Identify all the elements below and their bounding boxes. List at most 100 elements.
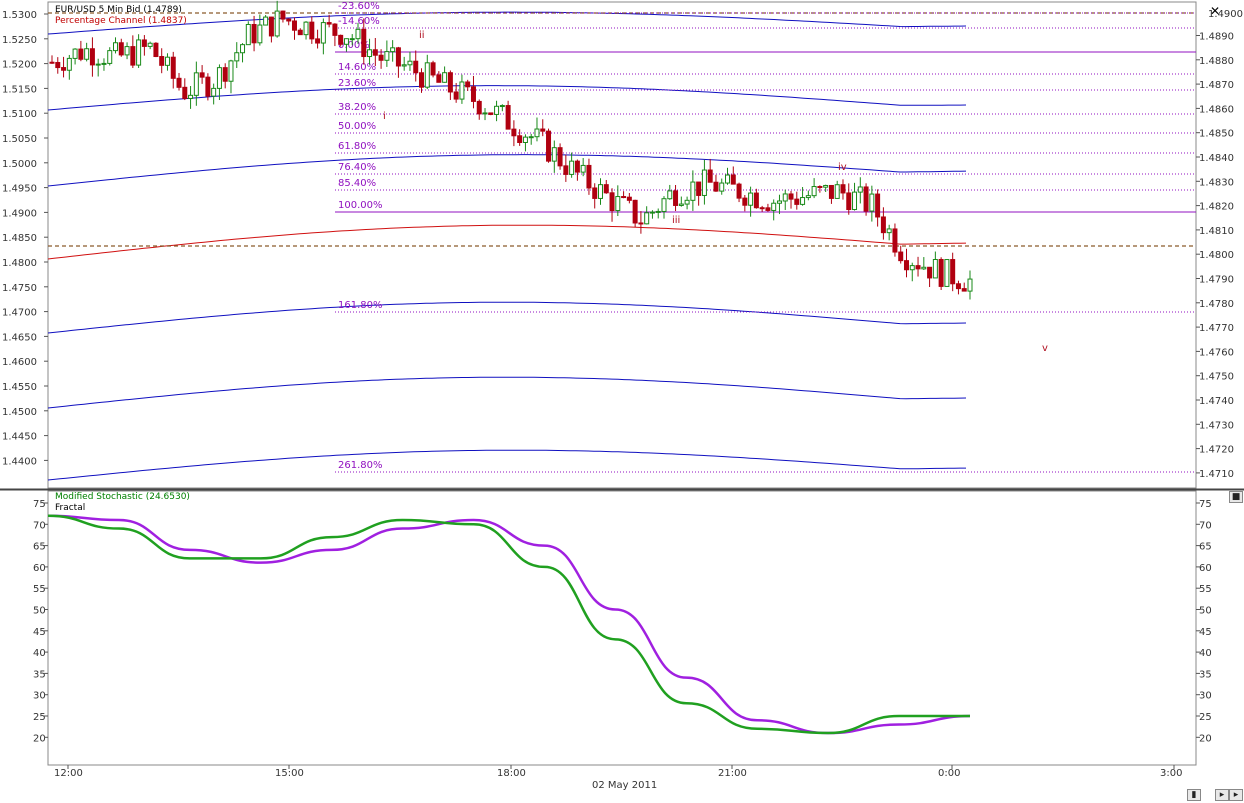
candle-body [349, 38, 355, 41]
candle-body [805, 195, 811, 199]
candle-body [759, 207, 765, 210]
scroll-bar-button[interactable]: ▮ [1187, 789, 1201, 801]
time-label: 21:00 [718, 768, 747, 779]
candle-body [505, 105, 511, 130]
candle-body [528, 136, 534, 139]
candle-body [776, 200, 782, 204]
candle-body [621, 196, 627, 199]
candle-body [649, 211, 655, 214]
stoch-right-tick: 25 [1199, 712, 1212, 723]
candle-body [49, 61, 55, 64]
stoch-right-tick: 20 [1199, 733, 1212, 744]
candle-body [482, 112, 488, 115]
right-tick-label: 1.4840 [1199, 153, 1234, 164]
fib-label: 76.40% [338, 162, 376, 173]
candle-body [499, 105, 505, 108]
right-tick-label: 1.4880 [1199, 56, 1234, 67]
candle-body [251, 23, 257, 44]
candle-body [332, 23, 338, 36]
crosshair-icon[interactable]: ✕ [1210, 4, 1220, 18]
left-tick-label: 1.5050 [2, 134, 37, 145]
fib-label: 14.60% [338, 62, 376, 73]
candle-body [303, 21, 309, 36]
candle-body [517, 135, 523, 143]
candle-body [626, 196, 632, 201]
candle-body [78, 48, 84, 60]
candle-body [141, 39, 147, 47]
candle-body [476, 100, 482, 115]
left-tick-label: 1.4950 [2, 184, 37, 195]
left-tick-label: 1.4500 [2, 407, 37, 418]
candle-body [153, 42, 159, 58]
price-left-axis: 1.5300 1.5250 1.5200 1.5150 1.5100 1.5050 1.50… [2, 10, 48, 467]
stoch-left-tick: 70 [33, 520, 46, 531]
candle-body [903, 260, 909, 271]
candle-body [355, 28, 361, 40]
candle [863, 183, 869, 216]
candle-body [730, 174, 736, 185]
right-tick-label: 1.4740 [1199, 396, 1234, 407]
left-tick-label: 1.4400 [2, 456, 37, 467]
right-tick-label: 1.4760 [1199, 347, 1234, 358]
right-tick-label: 1.4750 [1199, 372, 1234, 383]
date-label: 02 May 2011 [592, 780, 657, 791]
left-tick-label: 1.4600 [2, 357, 37, 368]
candle-body [424, 62, 430, 88]
candle-body [286, 18, 292, 22]
right-tick-label: 1.4770 [1199, 323, 1234, 334]
panel-toggle-button[interactable]: ■ [1229, 491, 1243, 503]
fib-label: -14.60% [338, 16, 380, 27]
left-tick-label: 1.4900 [2, 208, 37, 219]
candle-body [274, 10, 280, 37]
candle [338, 34, 344, 47]
right-tick-label: 1.4820 [1199, 202, 1234, 213]
scroll-right-button[interactable]: ▸ [1215, 789, 1229, 801]
candle-body [447, 72, 453, 93]
candle-body [644, 212, 650, 225]
candle-body [551, 147, 557, 162]
candle-body [638, 222, 644, 225]
candle-body [615, 196, 621, 212]
candle-body [742, 197, 748, 206]
candle-body [66, 57, 72, 71]
candle-body [909, 265, 915, 271]
fib-label: 261.80% [338, 460, 383, 471]
candle-body [89, 48, 95, 66]
left-tick-label: 1.5150 [2, 84, 37, 95]
candle-body [55, 62, 61, 69]
candle-body [257, 24, 263, 44]
candle-body [188, 94, 194, 99]
stoch-right-tick: 45 [1199, 627, 1212, 638]
legend-fractal: Fractal [55, 503, 85, 513]
stoch-left-tick: 40 [33, 648, 46, 659]
time-axis: 12:00 15:00 18:00 21:00 0:00 3:00 [54, 765, 1182, 779]
candle-body [436, 74, 442, 83]
candle [153, 42, 159, 58]
candle-body [84, 48, 90, 60]
candle-body [470, 86, 476, 102]
candle-body [794, 198, 800, 205]
candle-body [540, 128, 546, 132]
legend-stoch: Modified Stochastic (24.6530) [55, 492, 190, 502]
candle-body [863, 186, 869, 212]
candle-body [147, 42, 153, 47]
candle-body [765, 207, 771, 211]
scroll-left-button[interactable]: ▸ [1229, 789, 1243, 801]
candle-body [430, 62, 436, 76]
candle [488, 112, 494, 116]
candle [205, 73, 211, 101]
candle [263, 15, 269, 26]
candle-body [592, 187, 598, 199]
right-tick-label: 1.4780 [1199, 299, 1234, 310]
candle-body [240, 44, 246, 54]
candle-body [811, 186, 817, 197]
candle-body [101, 62, 107, 65]
candle-body [401, 64, 407, 67]
candle-body [932, 258, 938, 279]
candle-body [846, 192, 852, 211]
wave-label-iii: iii [672, 215, 680, 226]
candle-body [574, 160, 580, 173]
candle-body [696, 181, 702, 196]
candle-body [419, 72, 425, 88]
right-tick-label: 1.4850 [1199, 129, 1234, 140]
